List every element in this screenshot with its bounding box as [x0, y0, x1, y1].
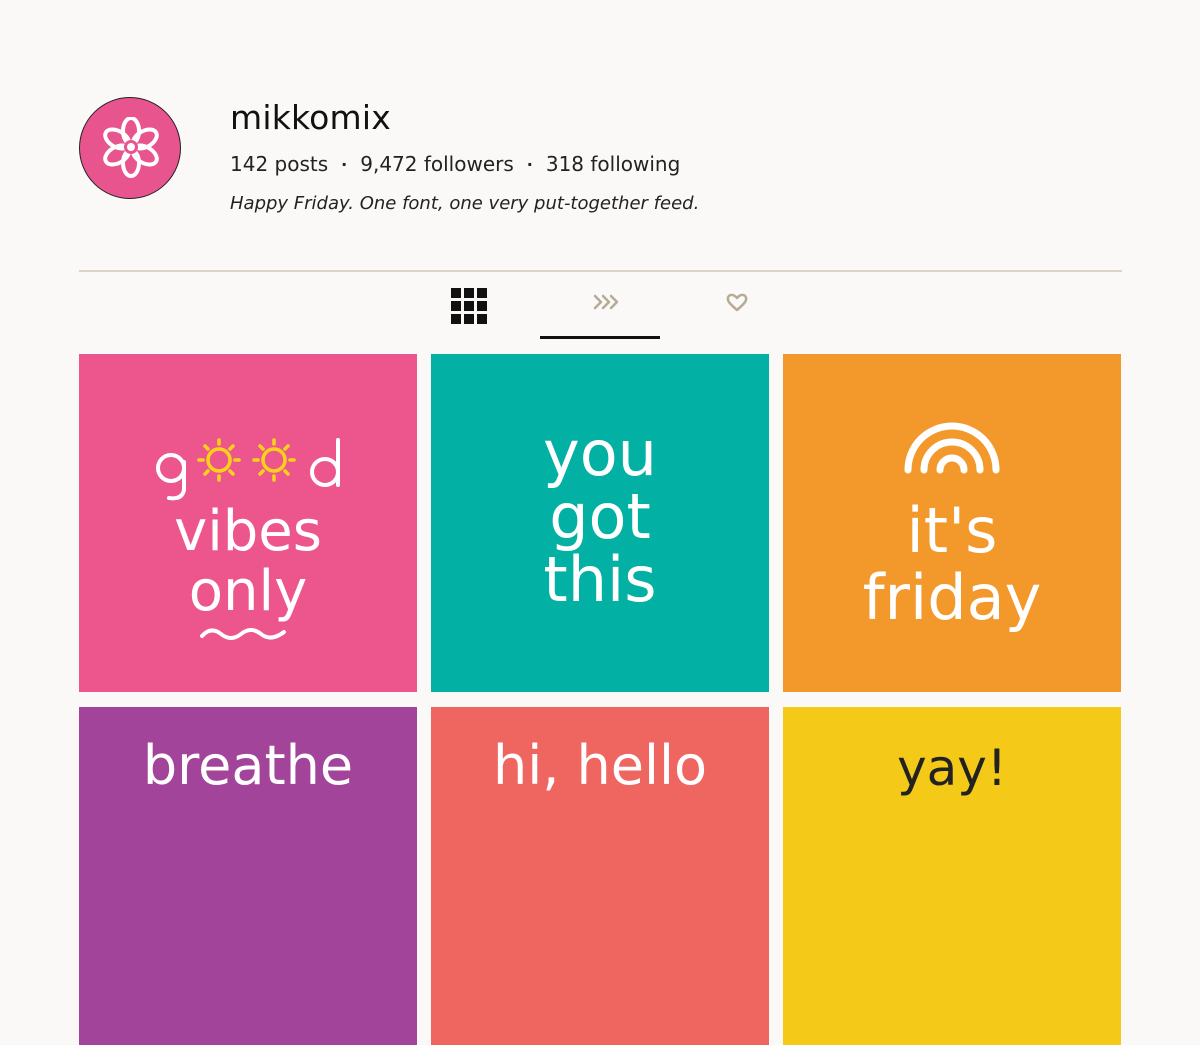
profile-stats: 142 posts · 9,472 followers · 318 follow…: [230, 152, 680, 176]
heart-icon: [726, 293, 748, 312]
post-tile-hi-hello[interactable]: hi, hello: [431, 707, 769, 1045]
active-tab-indicator: [540, 336, 660, 339]
post-tile-breathe[interactable]: breathe: [79, 707, 417, 1045]
post-tile-you-got-this[interactable]: you got this: [431, 354, 769, 692]
post-text: it's friday: [862, 494, 1042, 634]
post-text: breathe: [142, 734, 354, 797]
posts-count[interactable]: 142 posts: [230, 152, 328, 176]
squiggle-decoration: [200, 628, 286, 640]
profile-bio: Happy Friday. One font, one very put-tog…: [230, 193, 700, 214]
stats-separator: ·: [526, 154, 533, 174]
post-tile-yay[interactable]: yay!: [783, 707, 1121, 1045]
post-text: you got this: [543, 417, 657, 617]
chevrons-icon: [593, 294, 619, 310]
stats-separator: ·: [341, 154, 348, 174]
avatar[interactable]: [79, 87, 183, 211]
good-with-suns: [156, 438, 340, 501]
profile-username: mikkomix: [230, 98, 391, 137]
following-count[interactable]: 318 following: [546, 152, 680, 176]
post-text-line-3: only: [188, 559, 308, 624]
flower-icon: [103, 117, 159, 178]
grid-icon: [451, 288, 487, 324]
post-tile-good-vibes[interactable]: good vibes only: [79, 354, 417, 692]
tab-liked[interactable]: [678, 282, 798, 340]
tab-grid[interactable]: [409, 282, 529, 340]
rainbow-icon: [904, 422, 1000, 474]
post-text-line-2: vibes: [174, 499, 322, 564]
post-text: hi, hello: [492, 734, 708, 797]
divider: [79, 270, 1122, 272]
followers-count[interactable]: 9,472 followers: [360, 152, 514, 176]
tab-reels[interactable]: [540, 282, 660, 340]
post-tile-its-friday[interactable]: it's friday: [783, 354, 1121, 692]
post-text: yay!: [897, 739, 1007, 797]
